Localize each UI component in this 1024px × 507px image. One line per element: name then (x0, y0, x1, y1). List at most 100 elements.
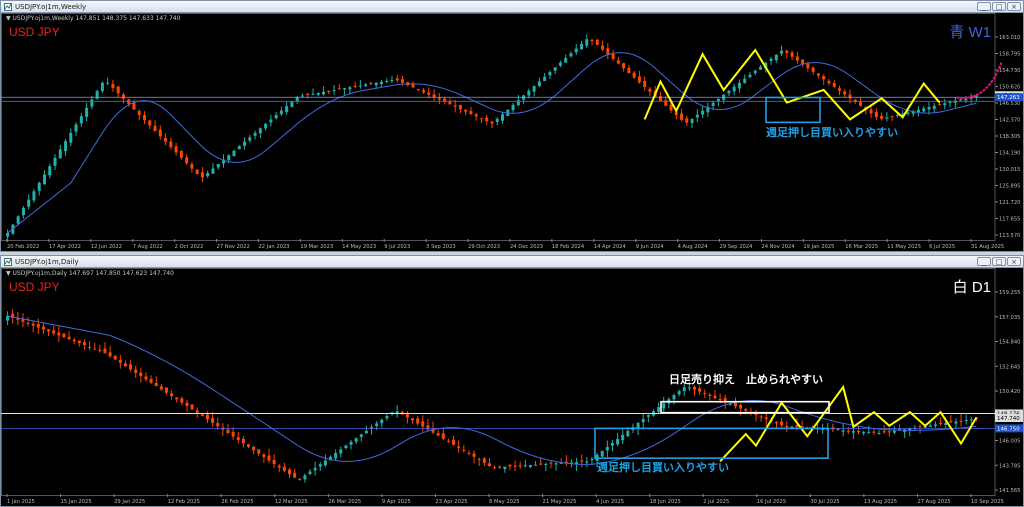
candle-body (277, 465, 281, 468)
candle-body (621, 435, 625, 441)
candle-body (327, 90, 331, 92)
candle-body (616, 60, 620, 64)
weekly-chart-area[interactable]: 163.010 158.795 154.730 150.620 146.530 142.3… (1, 13, 1023, 251)
candle-body (236, 437, 240, 440)
candle-body (585, 461, 589, 463)
candle-body (53, 157, 57, 166)
time-tick-label: 21 May 2025 (543, 499, 577, 505)
window-titlebar[interactable]: USDJPY.oj1m,Daily _ □ × (1, 256, 1023, 268)
candle-body (113, 355, 117, 360)
minimize-button[interactable]: _ (977, 257, 991, 266)
candle-body (637, 76, 641, 83)
candle-body (498, 466, 502, 468)
candle-body (427, 92, 431, 95)
candle-body (164, 137, 168, 142)
candle-body (322, 91, 326, 95)
candle-body (279, 110, 283, 115)
candle-body (205, 414, 209, 420)
time-tick-label: 20 Feb 2022 (7, 244, 39, 250)
candle-body (144, 376, 148, 380)
close-button[interactable]: × (1007, 257, 1021, 266)
candle-body (759, 416, 763, 418)
candle-body (503, 466, 507, 470)
candle-body (728, 404, 732, 406)
candle-body (374, 82, 378, 86)
daily-chart-window[interactable]: USDJPY.oj1m,Daily _ □ × 159.255 157.035 154.… (0, 255, 1024, 507)
candle-body (426, 425, 430, 430)
time-tick-label: 19 Mar 2023 (300, 244, 333, 250)
candle-body (482, 458, 486, 463)
candle-body (158, 129, 162, 137)
candle-body (306, 93, 310, 95)
candle-body (464, 109, 468, 112)
time-tick-label: 12 Jun 2022 (91, 244, 122, 250)
close-button[interactable]: × (1007, 2, 1021, 11)
candle-body (137, 111, 141, 115)
price-tick-label: 146.530 (999, 101, 1020, 107)
minimize-button[interactable]: _ (977, 2, 991, 11)
candle-body (190, 164, 194, 169)
price-tick-label: 154.730 (999, 68, 1020, 74)
candle-body (98, 349, 102, 351)
candle-body (885, 117, 889, 119)
candle-body (662, 403, 666, 409)
candle-body (48, 166, 52, 176)
candle-body (121, 94, 125, 99)
maximize-button[interactable]: □ (992, 2, 1006, 11)
window-titlebar[interactable]: USDJPY.oj1m,Weekly _ □ × (1, 1, 1023, 13)
candle-body (216, 423, 220, 427)
candle-body (606, 48, 610, 55)
candle-body (774, 54, 778, 61)
candle-body (469, 111, 473, 114)
time-tick-label: 6 Jul 2025 (929, 244, 955, 250)
candle-body (511, 104, 515, 111)
daily-chart-area[interactable]: 159.255157.035154.840152.645150.420148.2… (1, 268, 1023, 506)
price-tick-label: 121.720 (999, 200, 1020, 206)
candle-body (933, 424, 937, 426)
weekly-chart-window[interactable]: USDJPY.oj1m,Weekly _ □ × 163.010 158.795 154… (0, 0, 1024, 252)
candle-body (116, 86, 120, 94)
candle-body (927, 107, 931, 110)
candle-body (906, 112, 910, 114)
moving-average-line (7, 52, 977, 234)
candle-body (501, 114, 505, 121)
maximize-button[interactable]: □ (992, 257, 1006, 266)
candle-body (32, 191, 36, 201)
candle-body (558, 62, 562, 66)
time-tick-label: 16 Jul 2025 (757, 499, 786, 505)
time-tick-label: 26 Mar 2025 (328, 499, 361, 505)
price-tick-label: 163.010 (999, 35, 1020, 41)
candle-body (52, 330, 56, 334)
daily-candlestick-chart[interactable]: 159.255157.035154.840152.645150.420148.2… (1, 268, 1023, 506)
time-tick-label: 29 Sep 2024 (720, 244, 754, 250)
candle-body (179, 150, 183, 158)
candle-body (780, 421, 784, 426)
candle-body (37, 182, 41, 191)
candle-body (180, 398, 184, 403)
chart-header-info: ▼ USDJPY.oj1m,Weekly 147.851 148.375 147… (6, 15, 181, 22)
candle-body (790, 52, 794, 57)
candle-body (452, 439, 456, 445)
candle-body (85, 107, 89, 117)
candle-body (610, 442, 614, 446)
candle-body (129, 364, 133, 370)
price-tick-label: 138.305 (999, 134, 1020, 140)
candle-body (949, 421, 953, 423)
candle-body (841, 430, 845, 432)
moving-average-line (7, 315, 977, 465)
candle-body (641, 419, 645, 423)
candle-body (6, 232, 10, 237)
candle-body (400, 79, 404, 83)
candle-body (285, 106, 289, 113)
candle-body (274, 114, 278, 119)
candle-body (232, 150, 236, 156)
candle-body (313, 467, 317, 471)
time-tick-label: 11 May 2025 (887, 244, 921, 250)
candle-body (857, 431, 861, 433)
window-title: USDJPY.oj1m,Weekly (15, 3, 87, 11)
price-tick-label: 113.570 (999, 233, 1020, 239)
candle-body (690, 118, 694, 124)
candle-body (569, 53, 573, 57)
candle-body (308, 471, 312, 474)
price-tick-label: 157.035 (999, 315, 1020, 321)
